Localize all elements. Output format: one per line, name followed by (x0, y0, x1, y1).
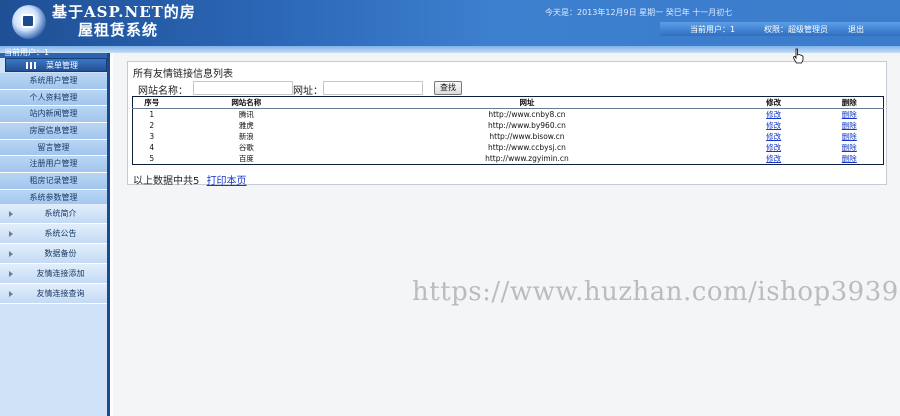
search-row: 网站名称： 网址： 查找 (138, 81, 878, 97)
top-header: 基于ASP.NET的房 屋租赁系统 今天是：2013年12月9日 星期一 癸巳年… (0, 0, 900, 46)
url-input[interactable] (323, 81, 423, 95)
edit-link[interactable]: 修改 (766, 121, 781, 130)
print-page-link[interactable]: 打印本页 (207, 176, 247, 187)
menu-header-label: 菜单管理 (46, 61, 78, 70)
menu-header[interactable]: 菜单管理 (5, 58, 107, 72)
current-user-label: 当前用户：1 (690, 25, 736, 34)
app-window: 基于ASP.NET的房 屋租赁系统 今天是：2013年12月9日 星期一 癸巳年… (0, 0, 900, 416)
edit-link[interactable]: 修改 (766, 132, 781, 141)
menu-item-messages[interactable]: 留言管理 (0, 139, 107, 157)
delete-link[interactable]: 删除 (842, 143, 857, 152)
cell-name: 谷歌 (238, 143, 254, 152)
header-divider (0, 46, 900, 53)
table-footer: 以上数据中共5 打印本页 (133, 172, 247, 187)
table-row: 4 谷歌 http://www.ccbysj.cn 修改 删除 (133, 142, 884, 153)
cell-url: http://www.cnby8.cn (488, 110, 566, 119)
date-text: 今天是：2013年12月9日 星期一 癸巳年 十一月初七 (545, 8, 733, 17)
cell-name: 雅虎 (238, 121, 254, 130)
role-text: 权限：超级管理员 (764, 25, 828, 34)
logout-link[interactable]: 退出 (848, 24, 864, 35)
sidebar: 当前用户：1 菜单管理 系统用户管理 个人资料管理 站内新闻管理 房屋信息管理 … (0, 48, 110, 416)
cell-no: 4 (149, 143, 155, 152)
site-name-input[interactable] (193, 81, 293, 95)
section-item-backup[interactable]: 数据备份 (0, 244, 107, 264)
col-header-edit: 修改 (731, 96, 816, 109)
links-panel: 所有友情链接信息列表 网站名称： 网址： 查找 序号 网站名称 网址 修改 删除 (127, 61, 887, 187)
logo-icon (12, 5, 46, 39)
menu-item-houses[interactable]: 房屋信息管理 (0, 123, 107, 140)
system-title: 基于ASP.NET的房 屋租赁系统 (52, 3, 232, 39)
cell-url: http://www.by960.cn (488, 121, 566, 130)
site-name-label: 网站名称： (138, 86, 188, 97)
delete-link[interactable]: 删除 (842, 154, 857, 163)
cell-name: 腾讯 (238, 110, 254, 119)
edit-link[interactable]: 修改 (766, 143, 781, 152)
table-header-row: 序号 网站名称 网址 修改 删除 (132, 96, 884, 109)
section-item-announcement[interactable]: 系统公告 (0, 224, 107, 244)
cell-url: http://www.zgyimin.cn (485, 154, 569, 163)
system-title-line2: 屋租赁系统 (78, 21, 159, 39)
table-row: 2 雅虎 http://www.by960.cn 修改 删除 (133, 120, 884, 131)
delete-link[interactable]: 删除 (842, 132, 857, 141)
delete-link[interactable]: 删除 (842, 121, 857, 130)
menu-item-profile[interactable]: 个人资料管理 (0, 89, 107, 107)
sidebar-current-user: 当前用户：1 (4, 48, 50, 57)
links-table: 序号 网站名称 网址 修改 删除 1 腾讯 http://www.cnby8.c… (132, 96, 884, 165)
menu-item-system-users[interactable]: 系统用户管理 (0, 73, 107, 90)
cell-url: http://www.bisow.cn (489, 132, 565, 141)
menu-item-registered-users[interactable]: 注册用户管理 (0, 156, 107, 174)
col-header-url: 网址 (322, 96, 732, 109)
main-content: 所有友情链接信息列表 网站名称： 网址： 查找 序号 网站名称 网址 修改 删除 (113, 53, 900, 416)
col-header-delete: 删除 (815, 96, 884, 109)
cell-no: 5 (149, 154, 155, 163)
section-item-link-add[interactable]: 友情连接添加 (0, 264, 107, 284)
menu-grid-icon (26, 62, 36, 69)
watermark-text: https://www.huzhan.com/ishop39397 (412, 277, 900, 307)
edit-link[interactable]: 修改 (766, 110, 781, 119)
system-title-line1: 基于ASP.NET的房 (52, 3, 196, 21)
menu-item-news[interactable]: 站内新闻管理 (0, 106, 107, 124)
user-bar: 当前用户：1 权限：超级管理员 退出 (660, 22, 900, 36)
table-row: 5 百度 http://www.zgyimin.cn 修改 删除 (133, 153, 884, 165)
panel-title: 所有友情链接信息列表 (133, 69, 233, 80)
cell-no: 3 (149, 132, 155, 141)
col-header-name: 网站名称 (170, 96, 323, 109)
cell-name: 新浪 (238, 132, 254, 141)
table-row: 3 新浪 http://www.bisow.cn 修改 删除 (133, 131, 884, 142)
section-item-intro[interactable]: 系统简介 (0, 204, 107, 224)
delete-link[interactable]: 删除 (842, 110, 857, 119)
cell-no: 1 (149, 110, 155, 119)
management-menu: 系统用户管理 个人资料管理 站内新闻管理 房屋信息管理 留言管理 注册用户管理 … (0, 73, 107, 207)
section-item-link-query[interactable]: 友情连接查询 (0, 284, 107, 304)
cell-url: http://www.ccbysj.cn (488, 143, 566, 152)
menu-item-rental-records[interactable]: 租房记录管理 (0, 173, 107, 190)
edit-link[interactable]: 修改 (766, 154, 781, 163)
hand-cursor-icon (793, 48, 804, 64)
col-header-no: 序号 (132, 96, 171, 109)
url-label: 网址： (293, 86, 323, 97)
search-button[interactable]: 查找 (434, 81, 462, 95)
table-row: 1 腾讯 http://www.cnby8.cn 修改 删除 (133, 109, 884, 121)
record-count-text: 以上数据中共5 (133, 176, 200, 187)
cell-name: 百度 (238, 154, 254, 163)
cell-no: 2 (149, 121, 155, 130)
section-menu: 系统简介 系统公告 数据备份 友情连接添加 友情连接查询 (0, 204, 107, 304)
